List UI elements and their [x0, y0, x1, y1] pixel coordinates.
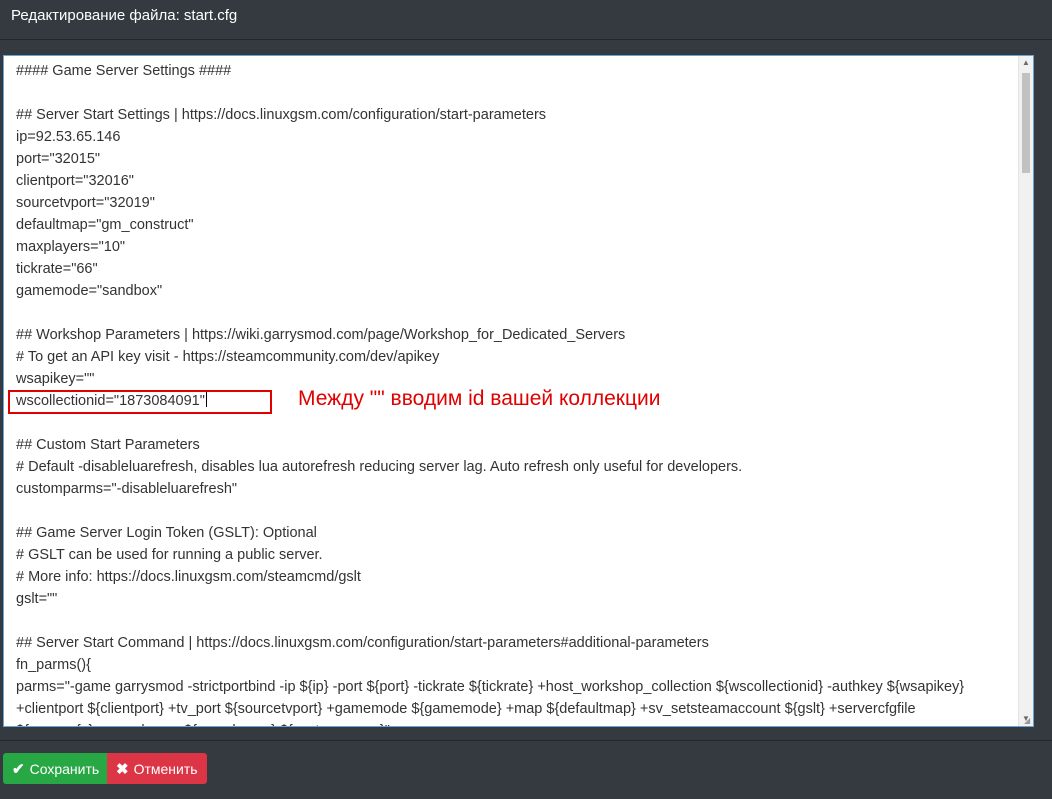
save-button-label: Сохранить	[29, 760, 100, 777]
editor-line: # To get an API key visit - https://stea…	[16, 349, 440, 365]
editor-line: customparms="-disableluarefresh"	[16, 481, 238, 497]
cancel-button[interactable]: ✖ Отменить	[107, 753, 207, 784]
editor-line: gslt=""	[16, 591, 58, 607]
editor-line: ${servercfg} +maxplayers ${maxplayers} $…	[16, 720, 1016, 726]
editor-line: ## Server Start Command | https://docs.l…	[16, 635, 709, 651]
modal-title: Редактирование файла: start.cfg	[11, 7, 238, 24]
annotation-text: Между "" вводим id вашей коллекции	[298, 387, 661, 410]
save-button[interactable]: ✔ Сохранить	[3, 753, 107, 784]
editor-line: ## Workshop Parameters | https://wiki.ga…	[16, 327, 626, 343]
editor-line: # Default -disableluarefresh, disables l…	[16, 459, 743, 475]
editor-line: ## Server Start Settings | https://docs.…	[16, 107, 547, 123]
editor-line: #### Game Server Settings ####	[16, 63, 232, 79]
times-icon: ✖	[116, 760, 129, 778]
editor-line: defaultmap="gm_construct"	[16, 217, 194, 233]
editor-line: maxplayers="10"	[16, 239, 126, 255]
scrollbar-thumb[interactable]	[1022, 73, 1030, 173]
editor-line: port="32015"	[16, 151, 101, 167]
scroll-up-arrow-icon[interactable]: ▲	[1019, 56, 1033, 70]
check-icon: ✔	[12, 760, 25, 778]
cancel-button-label: Отменить	[133, 760, 198, 777]
editor-line: ## Custom Start Parameters	[16, 437, 200, 453]
editor-line: parms="-game garrysmod -strictportbind -…	[16, 679, 965, 695]
editor-line: sourcetvport="32019"	[16, 195, 155, 211]
editor-line: ip=92.53.65.146	[16, 129, 121, 145]
editor-line: gamemode="sandbox"	[16, 283, 163, 299]
modal-footer: ✔ Сохранить ✖ Отменить	[0, 740, 1052, 799]
editor-line: fn_parms(){	[16, 657, 91, 673]
editor-line: tickrate="66"	[16, 261, 98, 277]
modal-header: Редактирование файла: start.cfg	[0, 0, 1052, 40]
resize-handle-icon[interactable]: ◢	[1024, 717, 1032, 725]
file-editor-textarea[interactable]: #### Game Server Settings #### ## Server …	[3, 55, 1034, 727]
editor-line: ## Game Server Login Token (GSLT): Optio…	[16, 525, 317, 541]
editor-line: # GSLT can be used for running a public …	[16, 547, 323, 563]
highlight-box	[8, 390, 272, 414]
editor-line: # More info: https://docs.linuxgsm.com/s…	[16, 569, 361, 585]
editor-line: clientport="32016"	[16, 173, 134, 189]
vertical-scrollbar[interactable]: ▲ ▼	[1018, 56, 1033, 726]
editor-line: +clientport ${clientport} +tv_port ${sou…	[16, 701, 916, 717]
